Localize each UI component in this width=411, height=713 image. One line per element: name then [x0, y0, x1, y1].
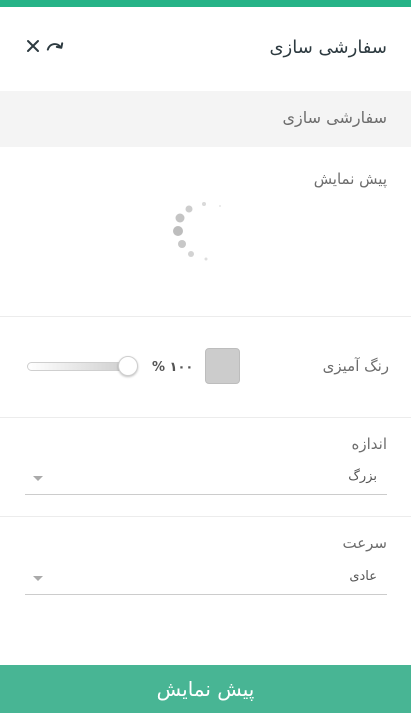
- speed-label: سرعت: [342, 534, 387, 552]
- preview-label: پیش نمایش: [313, 170, 387, 188]
- header-actions: [24, 37, 64, 55]
- top-accent-bar: [0, 0, 411, 7]
- size-label: اندازه: [351, 435, 388, 453]
- colorize-percent: % ۱۰۰: [152, 360, 194, 375]
- divider: [0, 516, 411, 517]
- loading-spinner-icon: [173, 202, 221, 261]
- section-title: سفارشی سازی: [282, 108, 387, 127]
- chevron-down-icon: [33, 576, 43, 581]
- redo-icon[interactable]: [46, 37, 64, 55]
- colorize-label: رنگ آمیزی: [322, 357, 389, 375]
- speed-select[interactable]: عادی: [25, 564, 387, 595]
- divider: [0, 316, 411, 317]
- colorize-slider-thumb[interactable]: [118, 356, 138, 376]
- panel-title: سفارشی سازی: [269, 37, 387, 58]
- preview-button[interactable]: پیش نمایش: [0, 665, 411, 713]
- speed-select-value: عادی: [349, 569, 377, 584]
- close-icon[interactable]: [24, 37, 42, 55]
- size-select-value: بزرگ: [348, 469, 377, 484]
- color-swatch[interactable]: [205, 348, 240, 384]
- chevron-down-icon: [33, 476, 43, 481]
- panel-header: سفارشی سازی: [0, 7, 411, 91]
- section-title-bar: سفارشی سازی: [0, 91, 411, 147]
- divider: [0, 417, 411, 418]
- size-select[interactable]: بزرگ: [25, 464, 387, 495]
